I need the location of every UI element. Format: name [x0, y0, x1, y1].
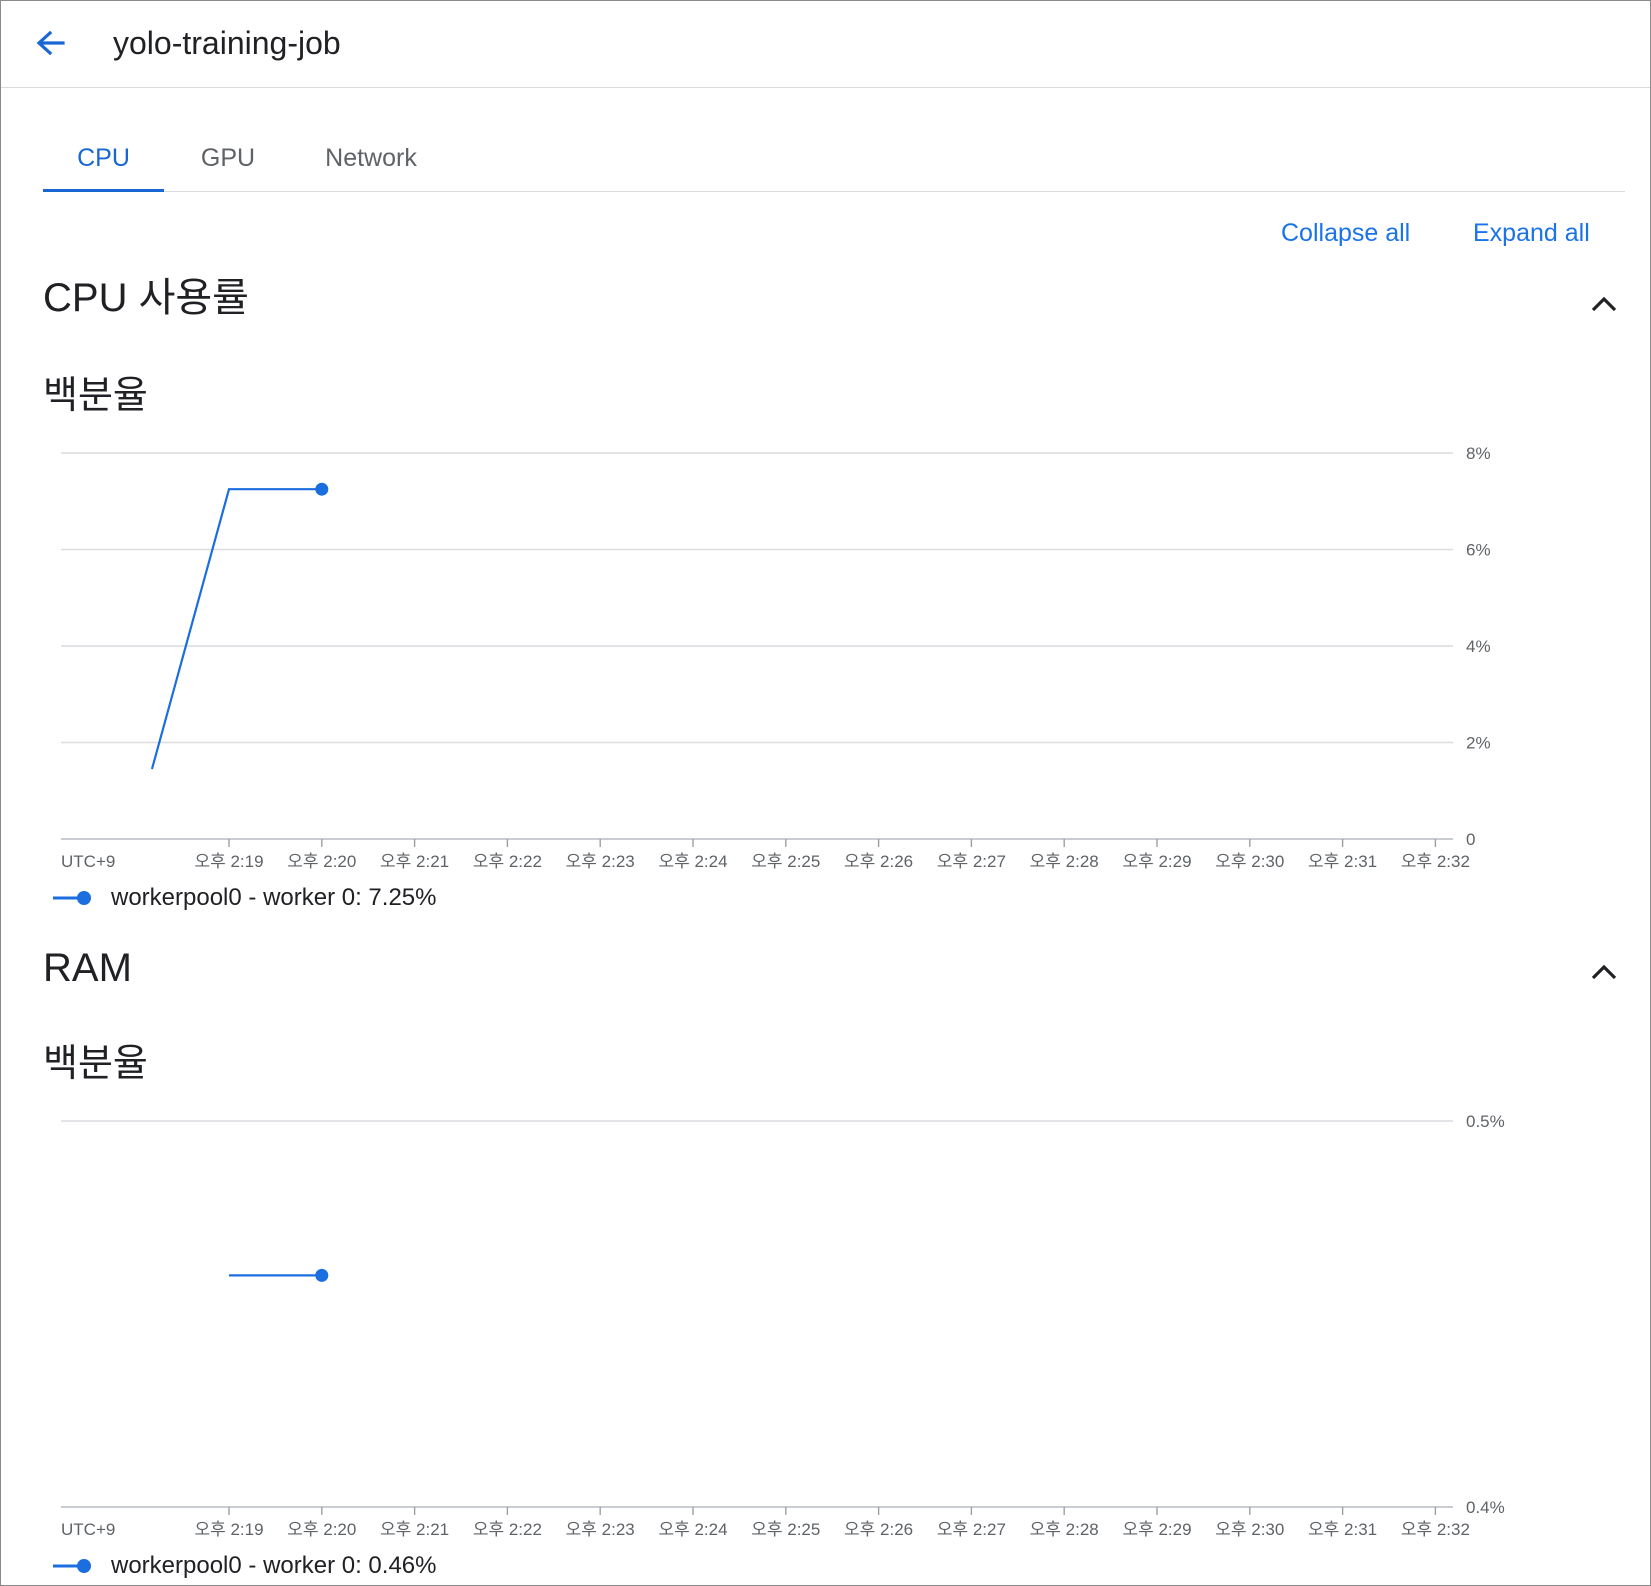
x-tick-label: 오후 2:25: [751, 1520, 820, 1539]
x-tick-label: 오후 2:28: [1030, 1520, 1099, 1539]
x-tick-label: 오후 2:27: [937, 852, 1006, 871]
ram-chart-subtitle: 백분율: [43, 1043, 148, 1085]
ram-section-toggle[interactable]: [1587, 955, 1621, 989]
x-tick-label: 오후 2:23: [566, 1520, 635, 1539]
x-tick-label: 오후 2:24: [658, 1520, 727, 1539]
tab-label: Network: [325, 144, 417, 172]
metrics-tabs: CPU GPU Network: [43, 129, 1625, 192]
collapse-all-button[interactable]: Collapse all: [1281, 215, 1410, 251]
y-tick-label: 8%: [1466, 444, 1491, 463]
x-tick-label: 오후 2:31: [1308, 1520, 1377, 1539]
x-tick-label: 오후 2:30: [1215, 1520, 1284, 1539]
timezone-label: UTC+9: [61, 852, 115, 871]
x-tick-label: 오후 2:26: [844, 1520, 913, 1539]
x-tick-label: 오후 2:26: [844, 852, 913, 871]
chevron-up-icon: [1591, 964, 1617, 980]
y-tick-label: 4%: [1466, 637, 1491, 656]
x-tick-label: 오후 2:21: [380, 1520, 449, 1539]
x-tick-label: 오후 2:28: [1030, 852, 1099, 871]
x-tick-label: 오후 2:32: [1401, 852, 1470, 871]
series-marker-icon: [53, 891, 91, 905]
arrow-back-icon: [36, 30, 65, 56]
x-tick-label: 오후 2:27: [937, 1520, 1006, 1539]
cpu-usage-chart: 0 2% 4% 6% 8% 오후 2:19 오후 2:20 오후 2:21 오후 2:22 오후 …: [61, 444, 1491, 871]
cpu-chart-subtitle: 백분율: [43, 375, 148, 417]
x-tick-label: 오후 2:20: [287, 852, 356, 871]
timezone-label: UTC+9: [61, 1520, 115, 1539]
x-tick-label: 오후 2:21: [380, 852, 449, 871]
y-tick-label: 0.4%: [1466, 1498, 1505, 1517]
ram-section-title: RAM: [43, 946, 132, 990]
tab-cpu[interactable]: CPU: [43, 129, 164, 192]
series-line: [150, 488, 322, 770]
active-tab-indicator: [43, 189, 164, 192]
x-tick-label: 오후 2:24: [658, 852, 727, 871]
y-tick-label: 0: [1466, 830, 1475, 849]
tab-label: GPU: [200, 144, 256, 172]
x-tick-label: 오후 2:19: [194, 852, 263, 871]
y-tick-label: 6%: [1466, 541, 1491, 560]
series-point: [315, 482, 329, 496]
legend-label: workerpool0 - worker 0: 7.25%: [111, 884, 437, 911]
x-tick-label: 오후 2:19: [194, 1520, 263, 1539]
ram-usage-chart: 0.4% 0.5% 오후 2:19 오후 2:20 오후 2:21 오후 2:22 오후 2…: [61, 1112, 1505, 1539]
series-point: [315, 1268, 329, 1282]
x-tick-label: 오후 2:25: [751, 852, 820, 871]
app-frame: yolo-training-job CPU GPU Network Collap…: [0, 0, 1651, 1586]
cpu-section-title: CPU 사용률: [43, 276, 249, 320]
legend-label: workerpool0 - worker 0: 0.46%: [111, 1552, 437, 1579]
x-tick-label: 오후 2:31: [1308, 852, 1377, 871]
x-tick-label: 오후 2:30: [1215, 852, 1284, 871]
page-title: yolo-training-job: [113, 25, 341, 61]
chevron-up-icon: [1591, 296, 1617, 312]
y-tick-label: 2%: [1466, 734, 1491, 753]
expand-all-button[interactable]: Expand all: [1473, 215, 1590, 251]
tab-label: CPU: [77, 144, 130, 172]
tab-gpu[interactable]: GPU: [173, 129, 283, 191]
tab-network[interactable]: Network: [301, 129, 441, 191]
x-tick-label: 오후 2:32: [1401, 1520, 1470, 1539]
back-button[interactable]: [27, 21, 73, 67]
x-tick-label: 오후 2:23: [566, 852, 635, 871]
x-tick-label: 오후 2:29: [1122, 1520, 1191, 1539]
x-tick-label: 오후 2:20: [287, 1520, 356, 1539]
x-tick-label: 오후 2:22: [473, 852, 542, 871]
series-marker-icon: [53, 1559, 91, 1573]
x-tick-label: 오후 2:29: [1122, 852, 1191, 871]
y-tick-label: 0.5%: [1466, 1112, 1505, 1131]
page-header: yolo-training-job: [1, 1, 1650, 88]
cpu-section-toggle[interactable]: [1587, 287, 1621, 321]
x-tick-label: 오후 2:22: [473, 1520, 542, 1539]
